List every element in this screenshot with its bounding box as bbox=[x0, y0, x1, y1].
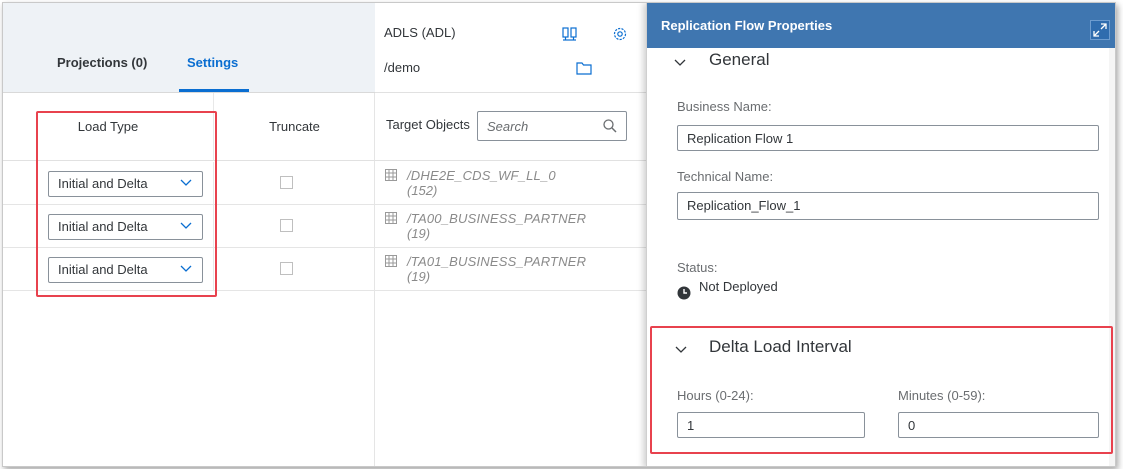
connection-settings-icon[interactable] bbox=[561, 25, 579, 43]
target-objects-label: Target Objects bbox=[386, 117, 470, 132]
target-object-row[interactable]: /DHE2E_CDS_WF_LL_0 (152) bbox=[375, 162, 646, 205]
app-window: Projections (0) Settings Load Type Trunc… bbox=[2, 2, 1116, 467]
load-type-highlight-box bbox=[36, 111, 217, 297]
delta-load-interval-highlight-box bbox=[650, 326, 1113, 454]
target-object-name: /TA01_BUSINESS_PARTNER bbox=[407, 254, 587, 269]
table-icon bbox=[385, 169, 397, 181]
target-object-name: /TA00_BUSINESS_PARTNER bbox=[407, 211, 587, 226]
truncate-checkbox[interactable] bbox=[280, 176, 293, 189]
truncate-cell bbox=[213, 248, 375, 291]
business-name-value: Replication Flow 1 bbox=[687, 131, 794, 146]
properties-panel-title: Replication Flow Properties bbox=[661, 18, 833, 33]
technical-name-label: Technical Name: bbox=[677, 169, 774, 184]
column-header-truncate: Truncate bbox=[213, 93, 375, 161]
target-objects-header: Target Objects Search bbox=[375, 93, 646, 161]
truncate-checkbox[interactable] bbox=[280, 219, 293, 232]
truncate-cell bbox=[213, 162, 375, 205]
truncate-cell bbox=[213, 205, 375, 248]
search-placeholder: Search bbox=[487, 119, 529, 134]
status-value: Not Deployed bbox=[699, 279, 778, 294]
clock-icon bbox=[677, 286, 691, 300]
target-object-name: /DHE2E_CDS_WF_LL_0 bbox=[407, 168, 556, 183]
target-object-count: (19) bbox=[407, 226, 431, 241]
properties-panel-header: Replication Flow Properties bbox=[647, 3, 1115, 48]
expand-icon bbox=[1093, 23, 1107, 37]
gear-icon[interactable] bbox=[611, 25, 629, 43]
status-label: Status: bbox=[677, 260, 718, 275]
target-pane: ADLS (ADL) /demo Target Objects Search /… bbox=[375, 3, 646, 466]
truncate-checkbox[interactable] bbox=[280, 262, 293, 275]
table-icon bbox=[385, 212, 397, 224]
expand-panel-button[interactable] bbox=[1090, 20, 1110, 40]
target-object-row[interactable]: /TA00_BUSINESS_PARTNER (19) bbox=[375, 205, 646, 248]
target-connection-header: ADLS (ADL) /demo bbox=[375, 3, 646, 93]
target-search-field[interactable]: Search bbox=[477, 111, 627, 141]
tab-bar: Projections (0) Settings bbox=[3, 3, 375, 93]
business-name-input[interactable]: Replication Flow 1 bbox=[677, 125, 1099, 151]
target-connection-name: ADLS (ADL) bbox=[384, 25, 456, 40]
search-icon[interactable] bbox=[602, 118, 618, 134]
tab-settings[interactable]: Settings bbox=[187, 55, 238, 91]
folder-icon[interactable] bbox=[575, 59, 593, 77]
target-container-path: /demo bbox=[384, 60, 421, 75]
target-object-row[interactable]: /TA01_BUSINESS_PARTNER (19) bbox=[375, 248, 646, 291]
business-name-label: Business Name: bbox=[677, 99, 772, 114]
general-section-title[interactable]: General bbox=[709, 50, 769, 70]
target-object-count: (152) bbox=[407, 183, 438, 198]
chevron-down-icon[interactable] bbox=[673, 55, 687, 69]
active-tab-indicator bbox=[179, 89, 249, 92]
technical-name-input[interactable]: Replication_Flow_1 bbox=[677, 192, 1099, 220]
table-icon bbox=[385, 255, 397, 267]
technical-name-value: Replication_Flow_1 bbox=[687, 198, 801, 213]
target-object-count: (19) bbox=[407, 269, 431, 284]
tab-projections[interactable]: Projections (0) bbox=[57, 55, 147, 91]
